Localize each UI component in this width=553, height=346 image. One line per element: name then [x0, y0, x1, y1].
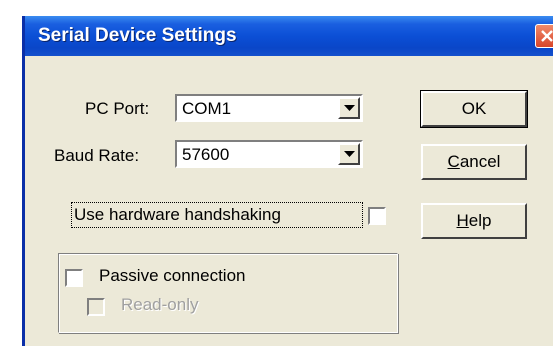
serial-device-settings-dialog: Serial Device Settings PC Port: COM1 Bau…: [22, 16, 553, 346]
help-accesskey: H: [456, 211, 469, 230]
window-title: Serial Device Settings: [38, 25, 237, 46]
baud-rate-select[interactable]: 57600: [175, 140, 363, 168]
chevron-down-icon: [344, 151, 355, 157]
baud-rate-label: Baud Rate:: [54, 146, 140, 165]
cancel-accesskey: C: [447, 152, 460, 171]
hardware-handshaking-label[interactable]: Use hardware handshaking: [71, 202, 363, 228]
close-button[interactable]: [535, 24, 553, 48]
baud-rate-value: 57600: [182, 145, 230, 164]
baud-rate-dropdown-button[interactable]: [338, 143, 360, 165]
hardware-handshaking-checkbox[interactable]: [368, 207, 386, 225]
pc-port-value: COM1: [182, 99, 232, 118]
pc-port-label: PC Port:: [85, 99, 150, 118]
cancel-button[interactable]: Cancel: [421, 144, 527, 180]
pc-port-dropdown-button[interactable]: [338, 97, 360, 119]
close-icon: [541, 30, 553, 42]
read-only-label: Read-only: [121, 295, 199, 314]
chevron-down-icon: [344, 105, 355, 111]
connection-groupbox: [58, 253, 398, 333]
passive-connection-checkbox[interactable]: [65, 269, 83, 287]
ok-button[interactable]: OK: [420, 90, 528, 128]
pc-port-select[interactable]: COM1: [175, 94, 363, 122]
title-bar[interactable]: Serial Device Settings: [25, 16, 553, 56]
cancel-label-rest: ancel: [459, 152, 501, 171]
read-only-checkbox[interactable]: [87, 298, 105, 316]
help-label-rest: elp: [468, 211, 492, 230]
passive-connection-label[interactable]: Passive connection: [99, 266, 245, 286]
help-button[interactable]: Help: [421, 203, 527, 239]
